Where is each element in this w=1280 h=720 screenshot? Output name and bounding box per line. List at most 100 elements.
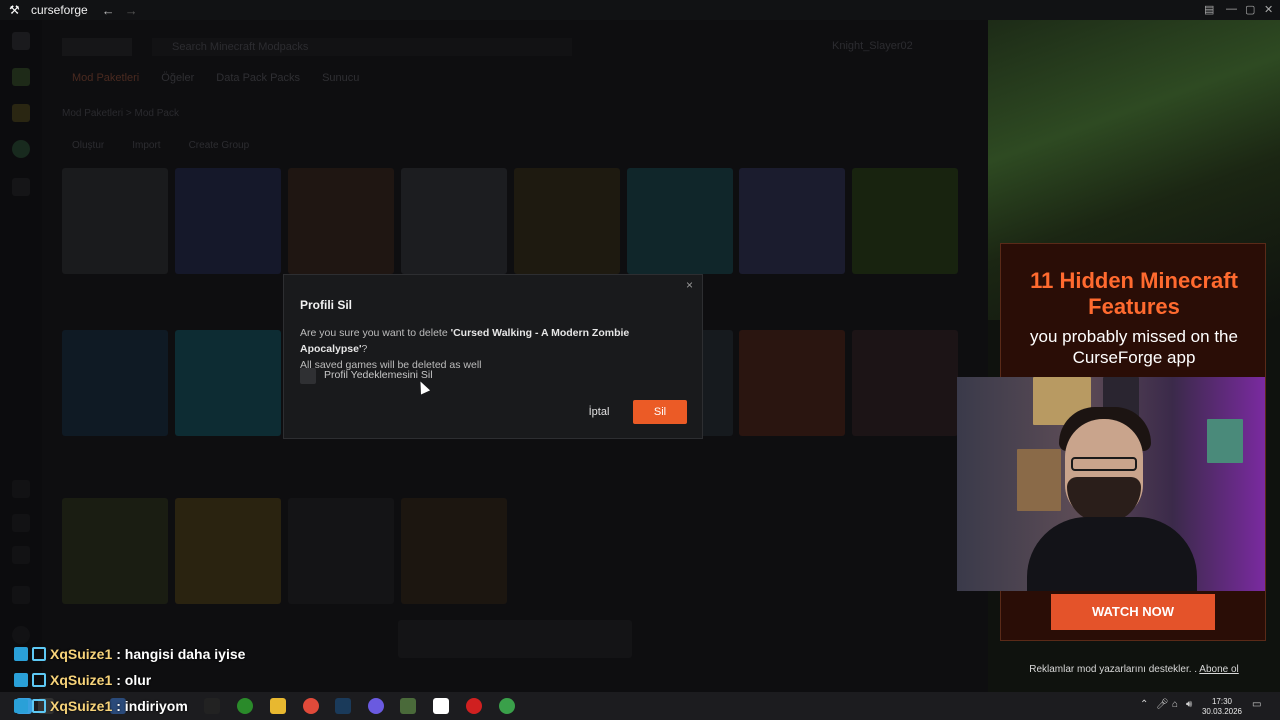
taskbar: ⌃ 🎤︎ ⌂ 🔊︎ 17:30 30.03.2026 ▭ — [0, 692, 1280, 720]
minecraft-taskbar-icon[interactable] — [400, 698, 416, 714]
ad-title: 11 Hidden Minecraft Features — [1030, 268, 1238, 319]
shelf-figure — [1207, 419, 1243, 463]
tray-chevron-icon[interactable]: ⌃ — [1140, 699, 1148, 710]
import-button[interactable]: Import — [132, 140, 160, 151]
ad-subtitle: you probably missed on the CurseForge ap… — [1030, 327, 1238, 367]
subscribe-link[interactable]: Abone ol — [1199, 664, 1238, 675]
minecraft-game-icon[interactable] — [12, 68, 30, 86]
moderator-badge-icon — [14, 699, 28, 713]
left-rail — [0, 20, 42, 692]
create-group-button[interactable]: Create Group — [189, 140, 250, 151]
minimize-button[interactable]: — — [1226, 3, 1237, 15]
ad-panel: 11 Hidden Minecraft Features you probabl… — [988, 20, 1280, 692]
steam-icon[interactable] — [335, 698, 351, 714]
curseforge-taskbar-icon[interactable] — [433, 698, 449, 714]
settings-icon[interactable] — [12, 626, 30, 644]
create-button[interactable]: Oluştur — [72, 140, 104, 151]
help-icon[interactable] — [12, 586, 30, 604]
chrome-profile-icon[interactable] — [499, 698, 515, 714]
subscriber-badge-icon — [32, 673, 46, 687]
dialog-title: Profili Sil — [300, 298, 353, 312]
cancel-button[interactable]: İptal — [574, 401, 624, 423]
tab-bar: Mod Paketleri Öğeler Data Pack Packs Sun… — [72, 72, 359, 84]
app-name: curseforge — [31, 3, 88, 17]
modpack-tile[interactable] — [175, 498, 281, 604]
volume-icon[interactable]: 🔊︎ — [1186, 699, 1192, 710]
modpack-tile[interactable] — [514, 168, 620, 274]
chat-username: XqSuize1 — [50, 698, 113, 714]
user-name[interactable]: Knight_Slayer02 — [832, 40, 913, 52]
file-explorer-icon[interactable] — [270, 698, 286, 714]
notification-icon[interactable]: ▭ — [1252, 699, 1261, 710]
streamer-body — [1027, 517, 1197, 591]
backup-delete-checkbox[interactable] — [300, 368, 316, 384]
webcam-overlay — [957, 377, 1265, 591]
install-progress-bar — [398, 620, 632, 658]
modpack-tile[interactable] — [627, 168, 733, 274]
game-icon-2[interactable] — [12, 140, 30, 158]
chrome-icon[interactable] — [303, 698, 319, 714]
moderator-badge-icon — [14, 673, 28, 687]
message-prefix: Are you sure you want to delete — [300, 327, 451, 339]
tab-servers[interactable]: Sunucu — [322, 72, 359, 84]
dialog-message: Are you sure you want to delete 'Cursed … — [300, 325, 692, 373]
opera-icon[interactable] — [466, 698, 482, 714]
ad-footer: Reklamlar mod yazarlarını destekler. . A… — [988, 664, 1280, 675]
tab-datapacks[interactable]: Data Pack Packs — [216, 72, 300, 84]
modpack-tile[interactable] — [739, 330, 845, 436]
epic-games-icon[interactable] — [204, 698, 220, 714]
breadcrumb: Mod Paketleri > Mod Pack — [62, 108, 179, 119]
close-window-button[interactable]: ✕ — [1264, 3, 1273, 16]
discord-taskbar-icon[interactable] — [368, 698, 384, 714]
search-input[interactable]: Search Minecraft Modpacks — [152, 38, 572, 56]
modpack-tile[interactable] — [739, 168, 845, 274]
tab-modpacks[interactable]: Mod Paketleri — [72, 72, 139, 84]
tab-items[interactable]: Öğeler — [161, 72, 194, 84]
chat-message: XqSuize1 : hangisi daha iyise — [14, 646, 245, 662]
curseforge-logo-icon: ⚒ — [9, 3, 20, 17]
modpack-tile[interactable] — [852, 168, 958, 274]
home-icon[interactable] — [12, 32, 30, 50]
sidebar-toggle-icon[interactable]: ▤ — [1204, 3, 1214, 16]
news-icon[interactable] — [12, 546, 30, 564]
mic-icon[interactable]: 🎤︎ — [1156, 699, 1169, 710]
network-icon[interactable]: ⌂ — [1172, 699, 1178, 710]
time: 17:30 — [1211, 697, 1233, 706]
chat-text: : indiriyom — [116, 698, 188, 714]
chat-text: : hangisi daha iyise — [116, 646, 246, 662]
subscriber-badge-icon — [32, 699, 46, 713]
watch-now-button[interactable]: WATCH NOW — [1051, 594, 1215, 630]
modpack-tile[interactable] — [852, 330, 958, 436]
modpack-tile[interactable] — [62, 168, 168, 274]
poster-image — [1017, 449, 1061, 511]
chat-text: : olur — [116, 672, 152, 688]
discord-icon[interactable] — [12, 480, 30, 498]
modpack-tile[interactable] — [288, 168, 394, 274]
modpack-tile[interactable] — [401, 498, 507, 604]
modpack-tile[interactable] — [175, 330, 281, 436]
game-icon[interactable] — [12, 104, 30, 122]
modpack-tile[interactable] — [401, 168, 507, 274]
ad-footer-text: Reklamlar mod yazarlarını destekler. . — [1029, 664, 1198, 675]
chat-message: XqSuize1 : indiriyom — [14, 698, 188, 714]
add-game-icon[interactable] — [12, 178, 30, 196]
close-icon[interactable]: × — [686, 278, 693, 292]
back-button[interactable]: ← — [102, 3, 115, 18]
delete-button[interactable]: Sil — [633, 400, 687, 424]
toolbar: Oluştur Import Create Group — [72, 140, 249, 151]
forward-button[interactable]: → — [125, 3, 138, 18]
delete-profile-dialog: Profili Sil × Are you sure you want to d… — [283, 274, 703, 439]
modpack-tile[interactable] — [62, 498, 168, 604]
glasses — [1071, 457, 1137, 471]
chat-message: XqSuize1 : olur — [14, 672, 151, 688]
maximize-button[interactable]: ▢ — [1245, 3, 1255, 16]
xbox-icon[interactable] — [237, 698, 253, 714]
login-icon[interactable] — [12, 514, 30, 532]
modpack-tile[interactable] — [175, 168, 281, 274]
moderator-badge-icon — [14, 647, 28, 661]
modpack-tile[interactable] — [62, 330, 168, 436]
modpack-tile[interactable] — [288, 498, 394, 604]
date: 30.03.2026 — [1201, 707, 1243, 716]
title-bar: ⚒ curseforge ← → ▤ — ▢ ✕ — [0, 0, 1280, 20]
clock[interactable]: 17:30 30.03.2026 — [1197, 697, 1247, 717]
